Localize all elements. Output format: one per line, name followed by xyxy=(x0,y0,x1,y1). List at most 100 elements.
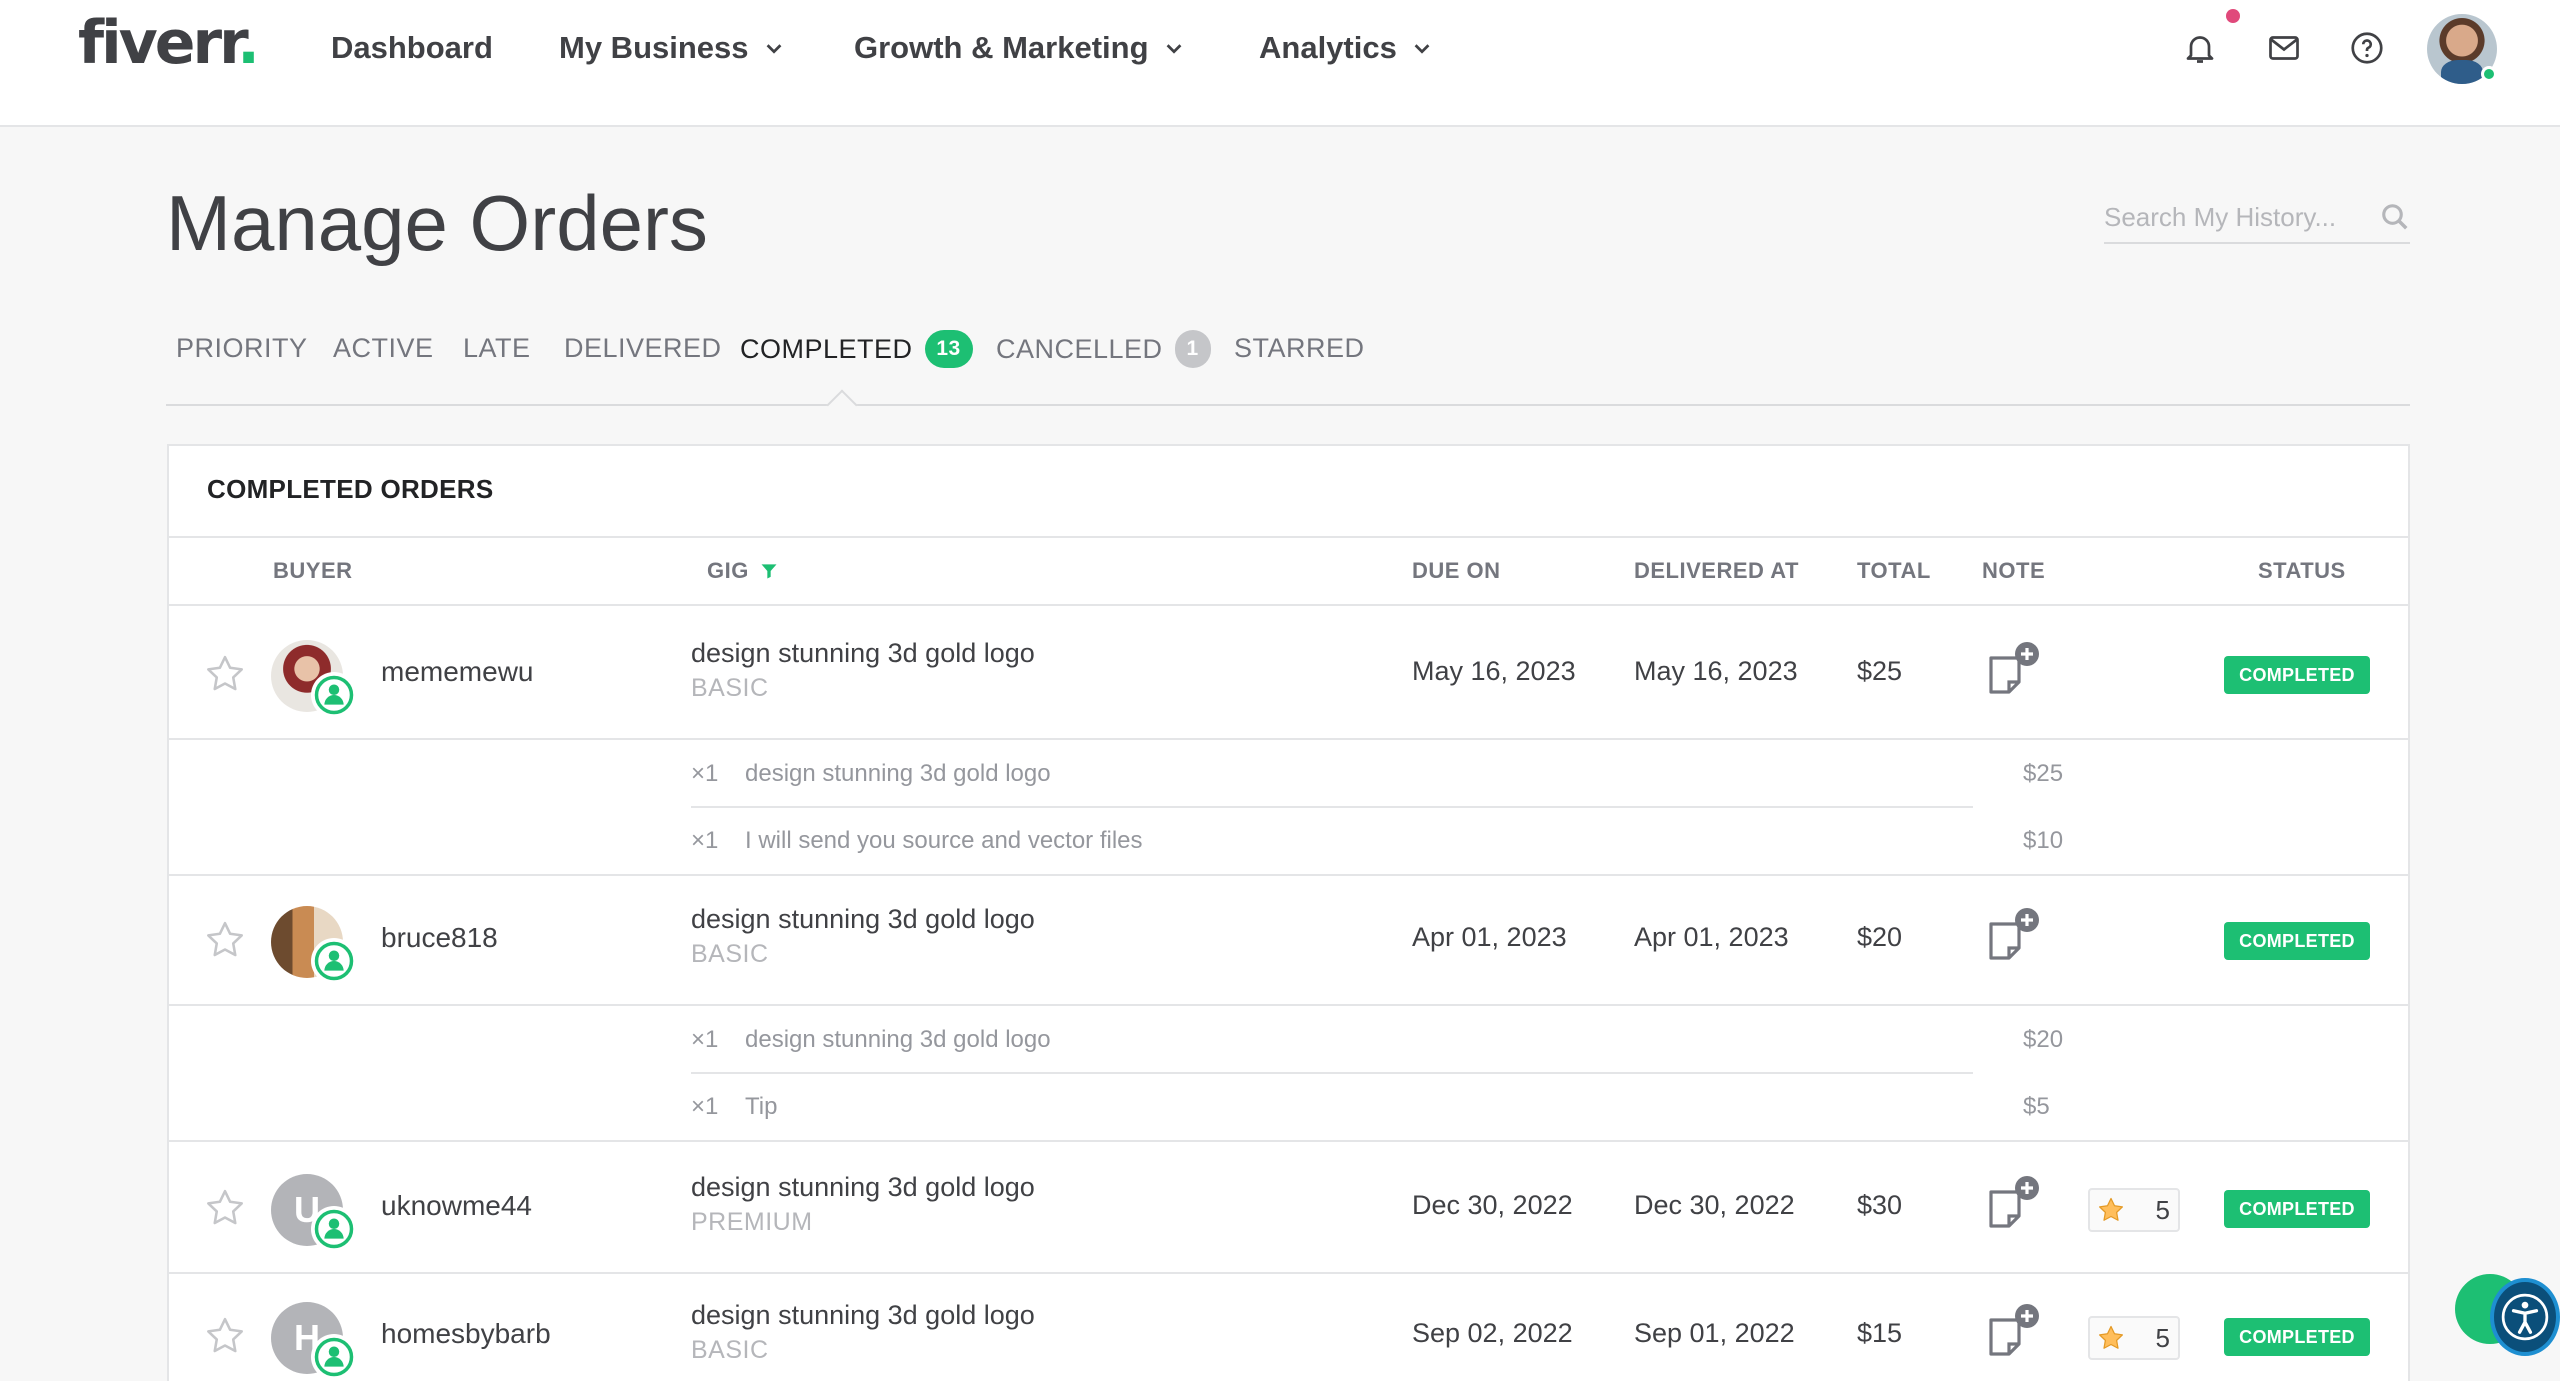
bell-icon xyxy=(2186,36,2214,63)
search-history xyxy=(2104,192,2410,244)
star-filled-icon xyxy=(2099,1197,2123,1221)
buyer-name[interactable]: mememewu xyxy=(381,656,533,688)
repeat-buyer-icon xyxy=(314,1337,354,1377)
status-badge: COMPLETED xyxy=(2224,922,2370,960)
tab-late[interactable]: LATE xyxy=(463,330,531,366)
star-icon[interactable] xyxy=(203,1186,247,1230)
extra-line-item: ×1 design stunning 3d gold logo $25 xyxy=(691,742,2063,808)
extra-line-item: ×1 I will send you source and vector fil… xyxy=(691,809,2063,875)
due-on-date: Apr 01, 2023 xyxy=(1412,922,1567,952)
order-total: $25 xyxy=(1857,656,1903,686)
tab-cancelled[interactable]: CANCELLED 1 xyxy=(996,330,1211,368)
top-navigation-bar: fiverr. Dashboard My Business Growth & M… xyxy=(0,0,2560,127)
due-on-date: Sep 02, 2022 xyxy=(1412,1318,1573,1348)
extra-description: I will send you source and vector files xyxy=(745,827,1143,854)
gig-title[interactable]: design stunning 3d gold logo xyxy=(691,1172,1035,1203)
column-gig[interactable]: GIG xyxy=(707,558,779,584)
delivered-at-date: May 16, 2023 xyxy=(1634,656,1798,686)
notification-dot xyxy=(2226,9,2240,23)
completed-count-badge: 13 xyxy=(924,330,973,368)
table-row[interactable]: mememewu design stunning 3d gold logo BA… xyxy=(169,608,2408,740)
search-input[interactable] xyxy=(2104,201,2354,233)
add-note-icon[interactable] xyxy=(1983,906,2043,966)
tab-starred[interactable]: STARRED xyxy=(1234,330,1365,366)
due-on-date: Dec 30, 2022 xyxy=(1412,1190,1573,1220)
repeat-buyer-badge xyxy=(311,938,357,984)
extra-qty: ×1 xyxy=(691,760,719,787)
search-icon[interactable] xyxy=(2380,202,2410,232)
page-title: Manage Orders xyxy=(166,179,708,267)
accessibility-button[interactable] xyxy=(2490,1278,2560,1356)
order-total: $15 xyxy=(1857,1318,1903,1348)
star-icon[interactable] xyxy=(203,652,247,696)
column-status: STATUS xyxy=(2258,558,2346,583)
table-row[interactable]: U uknowme44 design stunning 3d gold logo… xyxy=(169,1142,2408,1274)
column-due-on: DUE ON xyxy=(1412,558,1501,583)
order-total: $30 xyxy=(1857,1190,1903,1220)
help-button[interactable] xyxy=(2347,28,2387,68)
table-row[interactable]: bruce818 design stunning 3d gold logo BA… xyxy=(169,874,2408,1006)
buyer-name[interactable]: uknowme44 xyxy=(381,1190,532,1222)
gig-package: PREMIUM xyxy=(691,1208,813,1236)
notifications-button[interactable] xyxy=(2180,28,2220,68)
chevron-down-icon xyxy=(1166,44,1181,54)
extra-line-item: ×1 design stunning 3d gold logo $20 xyxy=(691,1008,2063,1074)
repeat-buyer-icon xyxy=(314,1209,354,1249)
nav-my-business-label: My Business xyxy=(559,30,749,65)
buyer-rating[interactable]: 5 xyxy=(2088,1188,2180,1232)
repeat-buyer-badge xyxy=(311,1334,357,1380)
tab-delivered[interactable]: DELIVERED xyxy=(564,330,722,366)
tab-priority[interactable]: PRIORITY xyxy=(176,330,308,366)
gig-package: BASIC xyxy=(691,674,769,702)
messages-button[interactable] xyxy=(2264,28,2304,68)
card-title: COMPLETED ORDERS xyxy=(207,474,494,504)
tab-active[interactable]: ACTIVE xyxy=(333,330,434,366)
status-badge: COMPLETED xyxy=(2224,1318,2370,1356)
extra-description: design stunning 3d gold logo xyxy=(745,760,1051,787)
status-badge: COMPLETED xyxy=(2224,1190,2370,1228)
add-note-icon[interactable] xyxy=(1983,1174,2043,1234)
star-icon[interactable] xyxy=(203,1314,247,1358)
mail-icon xyxy=(2269,36,2299,60)
nav-my-business[interactable]: My Business xyxy=(559,28,785,68)
gig-title[interactable]: design stunning 3d gold logo xyxy=(691,904,1035,935)
extra-price: $5 xyxy=(2023,1093,2050,1120)
repeat-buyer-icon xyxy=(314,675,354,715)
tab-completed[interactable]: COMPLETED 13 xyxy=(740,330,973,368)
nav-dashboard-label: Dashboard xyxy=(331,30,493,65)
due-on-date: May 16, 2023 xyxy=(1412,656,1576,686)
order-status-tabs: PRIORITY ACTIVE LATE DELIVERED COMPLETED… xyxy=(166,330,2410,406)
extra-description: design stunning 3d gold logo xyxy=(745,1026,1051,1053)
gig-title[interactable]: design stunning 3d gold logo xyxy=(691,638,1035,669)
column-total: TOTAL xyxy=(1857,558,1931,583)
fiverr-logo[interactable]: fiverr. xyxy=(78,8,260,78)
buyer-name[interactable]: bruce818 xyxy=(381,922,498,954)
extra-qty: ×1 xyxy=(691,827,719,854)
gig-title[interactable]: design stunning 3d gold logo xyxy=(691,1300,1035,1331)
online-status-dot xyxy=(2481,66,2497,82)
nav-dashboard[interactable]: Dashboard xyxy=(331,28,493,68)
extra-qty: ×1 xyxy=(691,1093,719,1120)
repeat-buyer-icon xyxy=(314,941,354,981)
chevron-down-icon xyxy=(1414,44,1430,54)
gig-package: BASIC xyxy=(691,940,769,968)
add-note-icon[interactable] xyxy=(1983,640,2043,700)
buyer-name[interactable]: homesbybarb xyxy=(381,1318,551,1350)
column-note: NOTE xyxy=(1982,558,2046,583)
delivered-at-date: Sep 01, 2022 xyxy=(1634,1318,1795,1348)
chevron-down-icon xyxy=(766,44,781,54)
nav-growth-marketing[interactable]: Growth & Marketing xyxy=(854,28,1185,68)
buyer-rating[interactable]: 5 xyxy=(2088,1316,2180,1360)
star-icon[interactable] xyxy=(203,918,247,962)
column-delivered-at: DELIVERED AT xyxy=(1634,558,1799,583)
order-extras: ×1 design stunning 3d gold logo $25 ×1 I… xyxy=(169,742,2408,876)
filter-icon[interactable] xyxy=(759,561,779,581)
rating-value: 5 xyxy=(2155,1194,2170,1225)
accessibility-icon xyxy=(2501,1293,2549,1341)
extra-qty: ×1 xyxy=(691,1026,719,1053)
add-note-icon[interactable] xyxy=(1983,1302,2043,1362)
table-row[interactable]: H homesbybarb design stunning 3d gold lo… xyxy=(169,1276,2408,1381)
nav-analytics[interactable]: Analytics xyxy=(1259,28,1433,68)
nav-analytics-label: Analytics xyxy=(1259,30,1397,65)
nav-growth-marketing-label: Growth & Marketing xyxy=(854,30,1149,65)
